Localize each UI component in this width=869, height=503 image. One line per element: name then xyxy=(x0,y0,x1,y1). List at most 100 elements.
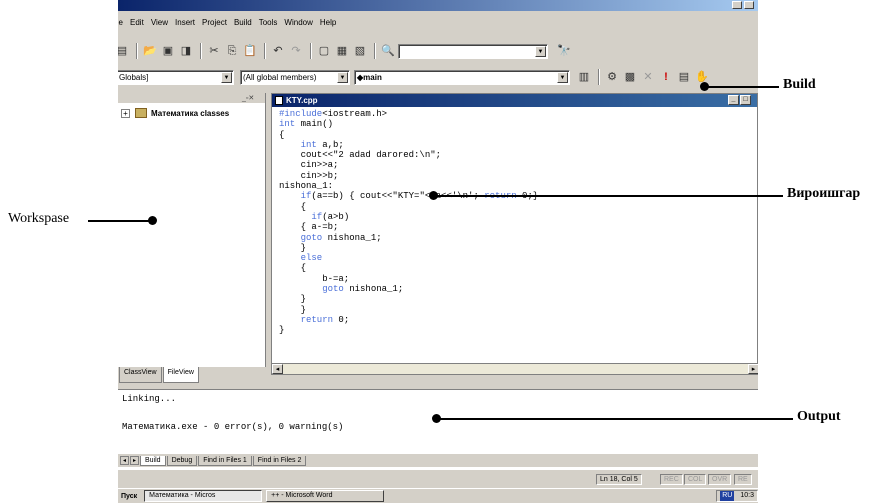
redo-icon[interactable]: ↷ xyxy=(288,43,304,59)
code-line: } xyxy=(279,325,285,336)
new-file-icon[interactable]: ▤ xyxy=(118,43,130,59)
workspace-pane: _▫✕ + Математика classes ClassView FileV… xyxy=(118,93,266,383)
status-col: COL xyxy=(684,474,707,485)
standard-toolbar: ▤ 📂 ▣ ◨ ✂ ⎘ 📋 ↶ ↷ ▢ ▦ ▧ 🔍 ▼ 🔭 xyxy=(118,40,758,62)
code-line: { a-=b; xyxy=(279,222,339,233)
status-bar: Ln 18, Col 5 REC COL OVR RE xyxy=(118,473,758,486)
workspace-icon[interactable]: ▢ xyxy=(316,43,332,59)
pointer-editor xyxy=(434,195,783,197)
menu-tools[interactable]: Tools xyxy=(259,18,278,27)
classes-folder-icon xyxy=(135,108,147,118)
find-in-files-icon[interactable]: 🔍 xyxy=(380,43,396,59)
pointer-build xyxy=(704,86,779,88)
code-line: goto nishona_1; xyxy=(322,284,404,295)
output-pane: Linking... Математика.exe - 0 error(s), … xyxy=(118,389,758,470)
output-window-icon[interactable]: ▦ xyxy=(334,43,350,59)
code-keyword: goto xyxy=(300,232,323,243)
code-line: } xyxy=(279,304,307,315)
code-line: } xyxy=(279,294,307,305)
tab-nav-left[interactable]: ◂ xyxy=(120,456,129,465)
ide-window: ile Edit View Insert Project Build Tools… xyxy=(118,0,758,503)
taskbar-button-word[interactable]: ++ - Microsoft Word xyxy=(266,490,385,502)
code-area[interactable]: #include<iostream.h> int main(){ int a,b;… xyxy=(272,107,757,336)
language-icon[interactable]: RU xyxy=(720,491,735,501)
go-icon[interactable]: ▤ xyxy=(676,69,692,85)
clock: 10:3 xyxy=(740,492,754,499)
open-folder-icon[interactable]: 📂 xyxy=(142,43,158,59)
output-tabs: ◂ ▸ Build Debug Find in Files 1 Find in … xyxy=(118,454,758,467)
pointer-workspace-dot xyxy=(148,216,157,225)
tab-find-in-files-1[interactable]: Find in Files 1 xyxy=(198,455,252,466)
function-combo[interactable]: ◆main ▼ xyxy=(354,69,570,85)
save-all-icon[interactable]: ◨ xyxy=(178,43,194,59)
build-icon[interactable]: ▩ xyxy=(622,69,638,85)
find-icon[interactable]: 🔭 xyxy=(556,43,572,59)
class-tree-item[interactable]: + Математика classes xyxy=(118,103,265,123)
workspace-close-icon[interactable]: _▫✕ xyxy=(242,94,254,102)
workspace-tabs: ClassView FileView xyxy=(118,367,266,383)
editor-maximize-button[interactable]: □ xyxy=(740,95,751,105)
undo-icon[interactable]: ↶ xyxy=(270,43,286,59)
pointer-output-dot xyxy=(432,414,441,423)
code-line: else xyxy=(279,253,757,263)
copy-icon[interactable]: ⎘ xyxy=(224,43,240,59)
code-line: if(a>b) xyxy=(311,211,350,222)
expand-icon[interactable]: + xyxy=(121,108,130,118)
code-line: } xyxy=(279,242,307,253)
label-build: Build xyxy=(783,77,816,92)
wizard-action-icon[interactable]: ▥ xyxy=(576,69,592,85)
menu-help[interactable]: Help xyxy=(320,18,336,27)
tab-fileview[interactable]: FileView xyxy=(162,367,199,383)
code-keyword: int xyxy=(300,139,317,150)
taskbar: Пуск Математика - Micros ++ - Microsoft … xyxy=(118,488,758,503)
status-ovr: OVR xyxy=(708,474,732,485)
pointer-workspace xyxy=(88,220,152,222)
editor-window: KTY.cpp _ □ #include<iostream.h> int main… xyxy=(271,93,758,375)
code-line: #include<iostream.h> xyxy=(279,109,388,119)
menu-project[interactable]: Project xyxy=(202,18,227,27)
paste-icon[interactable]: 📋 xyxy=(242,43,258,59)
editor-hscrollbar[interactable]: ◂ ▸ xyxy=(272,363,758,374)
scroll-left-button[interactable]: ◂ xyxy=(272,364,283,374)
members-combo[interactable]: (All global members) ▼ xyxy=(240,69,350,85)
cursor-position: Ln 18, Col 5 xyxy=(596,474,642,485)
code-keyword: int xyxy=(279,119,296,130)
cut-icon[interactable]: ✂ xyxy=(206,43,222,59)
menu-file[interactable]: ile xyxy=(118,18,123,27)
compile-icon[interactable]: ⚙ xyxy=(604,69,620,85)
menu-window[interactable]: Window xyxy=(284,18,312,27)
tab-classview[interactable]: ClassView xyxy=(119,367,162,383)
tab-build[interactable]: Build xyxy=(140,455,166,466)
start-button[interactable]: Пуск xyxy=(118,493,140,500)
menu-build[interactable]: Build xyxy=(234,18,252,27)
save-icon[interactable]: ▣ xyxy=(160,43,176,59)
tab-nav-right[interactable]: ▸ xyxy=(130,456,139,465)
menu-insert[interactable]: Insert xyxy=(175,18,195,27)
code-line: return 0; xyxy=(300,314,350,325)
windows-list-icon[interactable]: ▧ xyxy=(352,43,368,59)
tab-debug[interactable]: Debug xyxy=(166,455,198,466)
menu-view[interactable]: View xyxy=(151,18,168,27)
label-workspace: Workspase xyxy=(8,211,70,226)
code-line: cin>>a; xyxy=(279,160,339,171)
class-combo[interactable]: Globals] ▼ xyxy=(118,69,234,85)
code-keyword: #include xyxy=(279,109,323,119)
execute-icon[interactable]: ! xyxy=(658,69,674,85)
code-line: { xyxy=(279,201,307,212)
find-combo[interactable]: ▼ xyxy=(398,43,548,59)
status-read: RE xyxy=(734,474,752,485)
code-keyword: if xyxy=(300,191,312,202)
code-keyword: goto xyxy=(322,284,344,295)
editor-minimize-button[interactable]: _ xyxy=(728,95,739,105)
code-line: cout<<"2 adad darored:\n"; xyxy=(279,150,442,161)
tab-find-in-files-2[interactable]: Find in Files 2 xyxy=(252,455,307,466)
code-line: goto nishona_1; xyxy=(300,232,382,243)
maximize-button[interactable] xyxy=(744,1,754,9)
scroll-right-button[interactable]: ▸ xyxy=(748,364,758,374)
editor-filename: KTY.cpp xyxy=(286,96,318,105)
label-output: Output xyxy=(797,409,841,424)
taskbar-button-ide[interactable]: Математика - Micros xyxy=(144,490,263,502)
minimize-button[interactable] xyxy=(732,1,742,9)
stop-build-icon[interactable]: ✕ xyxy=(640,69,656,85)
menu-edit[interactable]: Edit xyxy=(130,18,144,27)
